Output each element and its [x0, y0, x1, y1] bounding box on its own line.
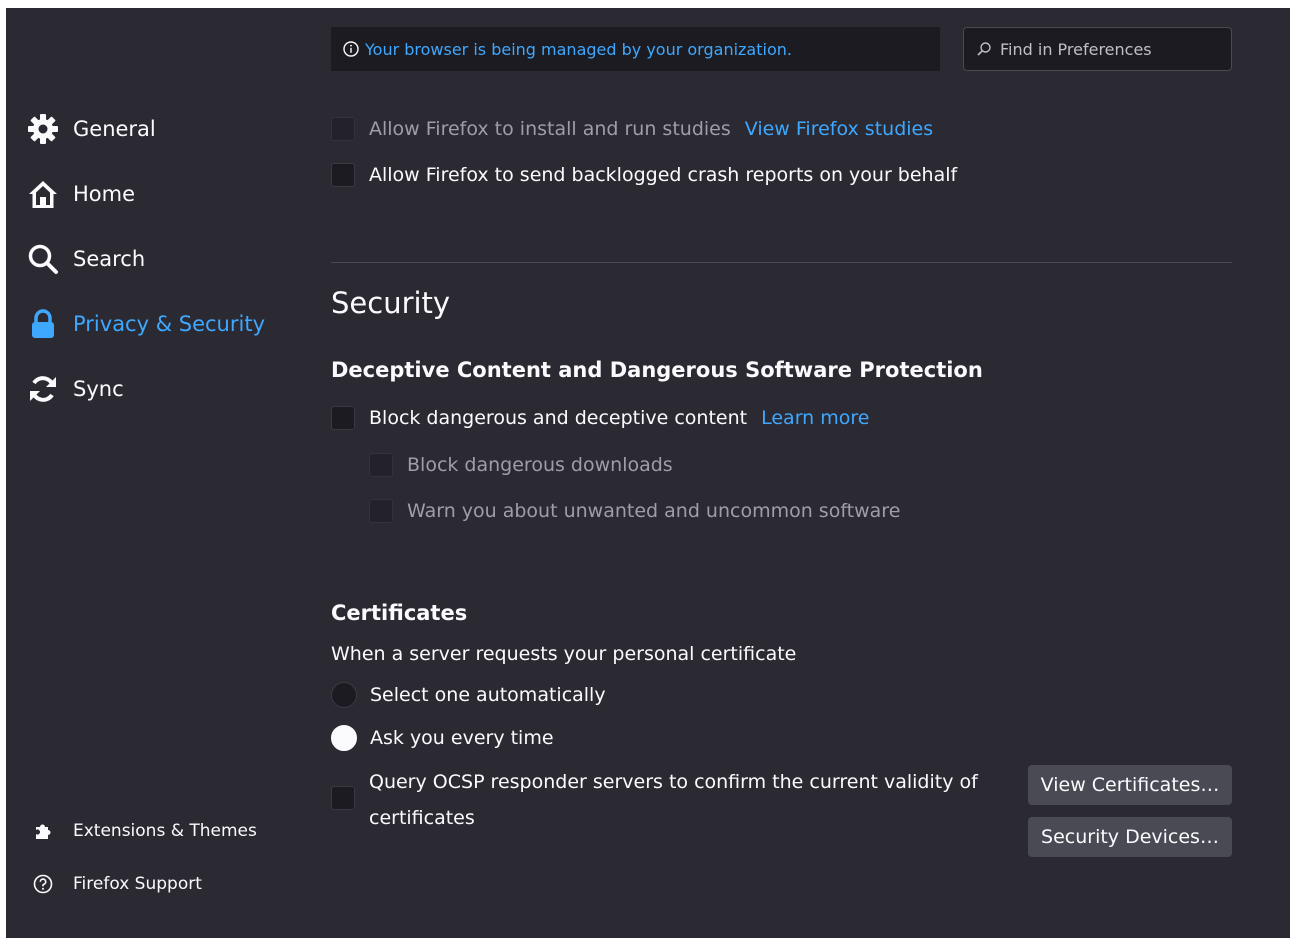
ocsp-label: Query OCSP responder servers to confirm …: [369, 771, 978, 829]
sidebar-label-home: Home: [73, 182, 136, 206]
certificate-prompt-text: When a server requests your personal cer…: [331, 643, 797, 665]
ask-every-time-row: Ask you every time: [331, 724, 554, 752]
security-title: Security: [331, 286, 451, 320]
sidebar-label-search: Search: [73, 247, 146, 271]
extensions-themes-label: Extensions & Themes: [73, 821, 257, 841]
sidebar-item-search[interactable]: Search: [26, 239, 145, 279]
preferences-window: Your browser is being managed by your or…: [6, 8, 1290, 938]
help-icon: [32, 873, 54, 895]
sidebar-firefox-support[interactable]: Firefox Support: [32, 870, 202, 898]
crash-reports-row: Allow Firefox to send backlogged crash r…: [331, 161, 957, 189]
sidebar-label-general: General: [73, 117, 156, 141]
studies-checkbox[interactable]: [331, 117, 355, 141]
select-automatically-row: Select one automatically: [331, 681, 606, 709]
managed-notice-bar[interactable]: Your browser is being managed by your or…: [331, 27, 940, 71]
sidebar-item-sync[interactable]: Sync: [26, 369, 124, 409]
block-downloads-label: Block dangerous downloads: [407, 454, 673, 476]
sync-icon: [26, 372, 60, 406]
security-devices-button[interactable]: Security Devices…: [1028, 817, 1232, 857]
learn-more-link[interactable]: Learn more: [761, 407, 869, 429]
sidebar-extensions-themes[interactable]: Extensions & Themes: [32, 817, 257, 845]
warn-unwanted-label: Warn you about unwanted and uncommon sof…: [407, 500, 901, 522]
crash-reports-label: Allow Firefox to send backlogged crash r…: [369, 164, 958, 186]
view-certificates-button[interactable]: View Certificates…: [1028, 765, 1232, 805]
select-automatically-label: Select one automatically: [370, 684, 606, 706]
sidebar-item-home[interactable]: Home: [26, 174, 135, 214]
block-downloads-row: Block dangerous downloads: [369, 451, 673, 479]
gear-icon: [26, 112, 60, 146]
studies-label: Allow Firefox to install and run studies: [369, 118, 731, 140]
select-automatically-radio[interactable]: [331, 682, 357, 708]
block-dangerous-checkbox[interactable]: [331, 406, 355, 430]
studies-row: Allow Firefox to install and run studies…: [331, 115, 933, 143]
crash-reports-checkbox[interactable]: [331, 163, 355, 187]
section-divider: [331, 262, 1232, 263]
lock-icon: [26, 307, 60, 341]
info-icon: [343, 41, 359, 57]
view-studies-link[interactable]: View Firefox studies: [745, 118, 933, 140]
find-in-preferences[interactable]: [963, 27, 1232, 71]
radio-selected-dot: [339, 733, 349, 743]
magnifier-icon: [977, 42, 991, 56]
sidebar-item-general[interactable]: General: [26, 109, 156, 149]
sidebar-item-privacy-security[interactable]: Privacy & Security: [26, 304, 265, 344]
sidebar-label-privacy-security: Privacy & Security: [73, 312, 265, 336]
home-icon: [26, 177, 60, 211]
firefox-support-label: Firefox Support: [73, 874, 202, 894]
ocsp-checkbox[interactable]: [331, 786, 355, 810]
sidebar-label-sync: Sync: [73, 377, 124, 401]
search-icon: [26, 242, 60, 276]
warn-unwanted-checkbox[interactable]: [369, 499, 393, 523]
warn-unwanted-row: Warn you about unwanted and uncommon sof…: [369, 497, 900, 525]
ask-every-time-label: Ask you every time: [370, 727, 554, 749]
ask-every-time-radio[interactable]: [331, 725, 357, 751]
managed-notice-text[interactable]: Your browser is being managed by your or…: [365, 40, 792, 59]
search-input[interactable]: [1000, 39, 1220, 59]
block-dangerous-label: Block dangerous and deceptive content: [369, 407, 748, 429]
block-downloads-checkbox[interactable]: [369, 453, 393, 477]
certificates-heading: Certificates: [331, 601, 468, 625]
puzzle-icon: [32, 820, 54, 842]
block-dangerous-row: Block dangerous and deceptive content Le…: [331, 404, 869, 432]
deceptive-content-heading: Deceptive Content and Dangerous Software…: [331, 358, 983, 382]
